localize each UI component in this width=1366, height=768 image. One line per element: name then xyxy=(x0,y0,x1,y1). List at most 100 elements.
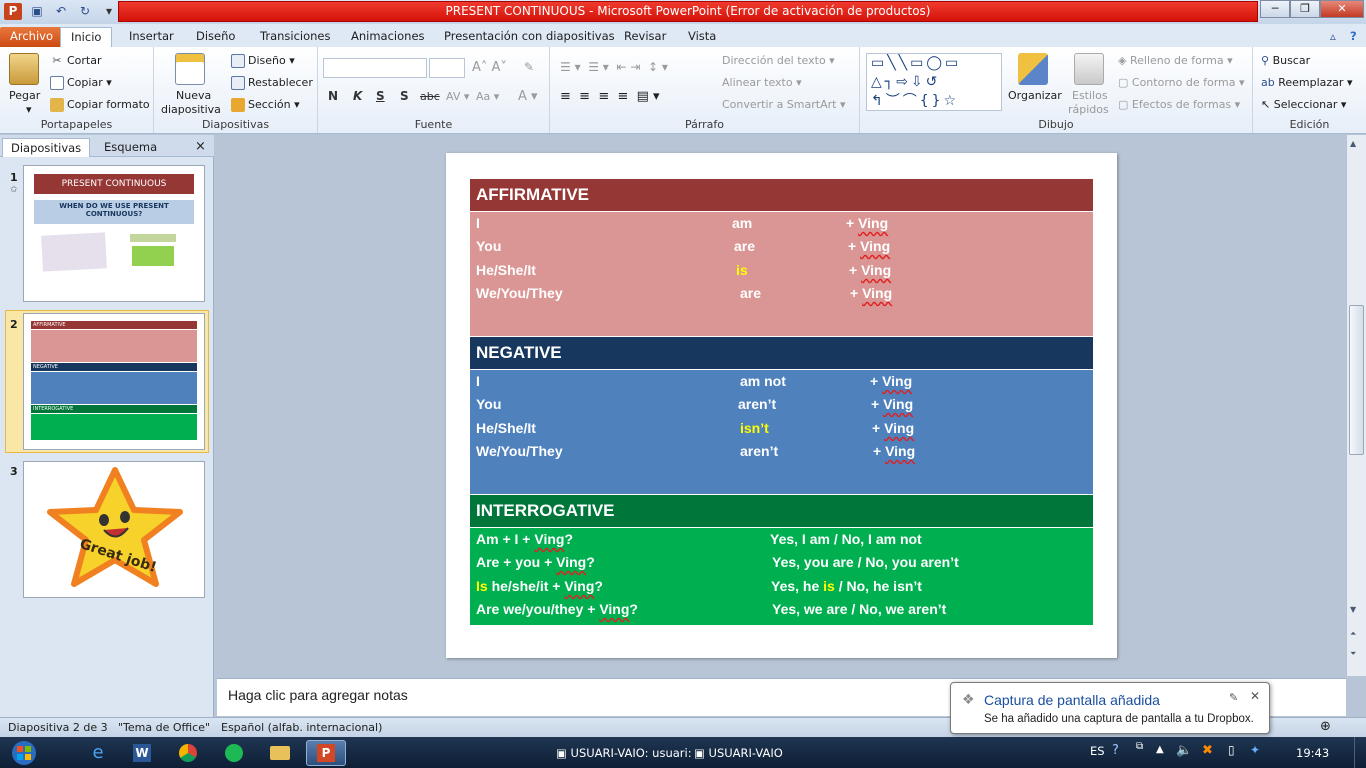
italic-button[interactable]: K xyxy=(353,89,362,103)
slide-thumbnail-1[interactable]: PRESENT CONTINUOUS WHEN DO WE USE PRESEN… xyxy=(23,165,205,302)
tab-diapositivas[interactable]: Diapositivas xyxy=(2,138,91,157)
slide-canvas[interactable]: AFFIRMATIVE I am + Ving You are + Ving H… xyxy=(446,153,1117,658)
quick-styles-label[interactable]: Estilos xyxy=(1072,89,1108,102)
affirmative-header[interactable]: AFFIRMATIVE xyxy=(470,179,1093,211)
reset-button[interactable]: Restablecer xyxy=(231,76,313,90)
font-color-icon[interactable]: A ▾ xyxy=(518,89,538,104)
close-panel-icon[interactable]: × xyxy=(187,138,214,157)
shape-fill-button[interactable]: ◈ Relleno de forma ▾ xyxy=(1118,54,1233,67)
undo-icon[interactable]: ↶ xyxy=(52,3,70,20)
arrange-button[interactable]: Organizar xyxy=(1008,89,1062,102)
display-tray-icon[interactable]: ⧉ xyxy=(1136,741,1143,752)
interrogative-header[interactable]: INTERROGATIVE xyxy=(470,495,1093,527)
quick-styles-icon[interactable] xyxy=(1074,53,1104,85)
align-icons[interactable]: ≡ ≡ ≡ ≡ ▤ ▾ xyxy=(560,89,660,104)
powerpoint-logo-icon[interactable]: P xyxy=(4,3,22,20)
select-button[interactable]: ↖ Seleccionar ▾ xyxy=(1261,98,1346,111)
zoom-in-icon[interactable]: ⊕ xyxy=(1320,719,1331,734)
tab-insertar[interactable]: Insertar xyxy=(119,27,184,47)
previous-slide-icon[interactable]: ⏶ xyxy=(1350,629,1356,639)
vertical-scrollbar[interactable]: ▲ ▼ ⏶ ⏷ xyxy=(1346,135,1366,676)
find-button[interactable]: ⚲ Buscar xyxy=(1261,54,1310,67)
tab-transiciones[interactable]: Transiciones xyxy=(250,27,341,47)
font-name-select[interactable] xyxy=(323,58,427,78)
format-painter-button[interactable]: Copiar formato xyxy=(50,98,150,112)
shape-outline-button[interactable]: ▢ Contorno de forma ▾ xyxy=(1118,76,1245,89)
clear-format-icon[interactable]: ✎ xyxy=(524,60,534,74)
replace-button[interactable]: ab Reemplazar ▾ xyxy=(1261,76,1352,89)
bullets-icon[interactable]: ☰ ▾ ☰ ▾ ⇤ ⇥ ↕ ▾ xyxy=(560,60,668,74)
slide-thumbnail-3[interactable]: Great job! xyxy=(23,461,205,598)
new-slide-icon[interactable] xyxy=(175,53,205,85)
volume-icon[interactable]: 🔈 xyxy=(1176,743,1192,758)
battery-icon[interactable]: ▯ xyxy=(1228,743,1235,757)
tab-presentacion[interactable]: Presentación con diapositivas xyxy=(434,27,625,47)
help-tray-icon[interactable]: ? xyxy=(1112,743,1119,758)
paste-button[interactable]: Pegar xyxy=(9,89,40,102)
tab-archivo[interactable]: Archivo xyxy=(0,27,63,47)
interrogative-body[interactable]: Am + I + Ving? Yes, I am / No, I am not … xyxy=(470,528,1093,625)
tab-vista[interactable]: Vista xyxy=(678,27,726,47)
theme-name[interactable]: "Tema de Office" xyxy=(118,721,210,734)
tab-revisar[interactable]: Revisar xyxy=(614,27,676,47)
font-size-select[interactable] xyxy=(429,58,465,78)
spotify-icon[interactable] xyxy=(216,740,252,766)
language-status[interactable]: Español (alfab. internacional) xyxy=(221,721,382,734)
new-slide-label[interactable]: Nueva xyxy=(176,89,211,102)
input-language[interactable]: ES xyxy=(1090,744,1105,758)
dropbox-tray-icon[interactable]: ✦ xyxy=(1250,743,1260,757)
taskbar-window-1[interactable]: ▣ USUARI-VAIO: usuari: xyxy=(556,746,692,760)
taskbar-window-2[interactable]: ▣ USUARI-VAIO xyxy=(694,746,783,760)
clock[interactable]: 19:43 xyxy=(1296,746,1329,760)
maximize-button[interactable]: ❐ xyxy=(1290,0,1320,18)
redo-icon[interactable]: ↻ xyxy=(76,3,94,20)
slide-thumbnail-2[interactable]: AFFIRMATIVE NEGATIVE INTERROGATIVE xyxy=(23,313,205,450)
help-icon[interactable]: ? xyxy=(1340,27,1366,47)
spacing-icon[interactable]: AV ▾ xyxy=(446,90,469,103)
shapes-gallery[interactable]: ▭╲╲▭◯▭ △┐⇨⇩↺ ↰︶⌒{}☆ xyxy=(866,53,1002,111)
tab-esquema[interactable]: Esquema xyxy=(96,138,165,157)
ie-icon[interactable]: e xyxy=(80,740,116,766)
save-icon[interactable]: ▣ xyxy=(28,3,46,20)
grow-font-icon[interactable]: A˄ A˅ xyxy=(472,60,507,75)
shape-effects-button[interactable]: ▢ Efectos de formas ▾ xyxy=(1118,98,1240,111)
scroll-thumb[interactable] xyxy=(1349,305,1364,455)
powerpoint-taskbar-icon[interactable]: P xyxy=(306,740,346,766)
customize-toolbar-icon[interactable]: ▾ xyxy=(100,3,118,20)
smartart-button[interactable]: Convertir a SmartArt ▾ xyxy=(722,98,845,111)
chrome-icon[interactable] xyxy=(170,740,206,766)
dropbox-notification[interactable]: ❖ Captura de pantalla añadida Se ha añad… xyxy=(950,682,1270,734)
scroll-down-icon[interactable]: ▼ xyxy=(1350,605,1356,614)
show-desktop-button[interactable] xyxy=(1354,737,1366,768)
notification-close-icon[interactable]: ✕ xyxy=(1250,689,1260,703)
notification-settings-icon[interactable]: ✎ xyxy=(1229,691,1238,704)
word-icon[interactable]: W xyxy=(124,740,160,766)
explorer-icon[interactable] xyxy=(262,740,298,766)
bold-button[interactable]: N xyxy=(328,89,338,103)
copy-button[interactable]: Copiar ▾ xyxy=(50,76,112,90)
tab-inicio[interactable]: Inicio xyxy=(60,27,113,47)
negative-header[interactable]: NEGATIVE xyxy=(470,337,1093,369)
align-text-button[interactable]: Alinear texto ▾ xyxy=(722,76,802,89)
next-slide-icon[interactable]: ⏷ xyxy=(1350,649,1356,659)
arrange-icon[interactable] xyxy=(1018,53,1048,85)
close-button[interactable]: ✕ xyxy=(1320,0,1364,18)
affirmative-body[interactable]: I am + Ving You are + Ving He/She/It is … xyxy=(470,212,1093,336)
scroll-up-icon[interactable]: ▲ xyxy=(1350,139,1356,148)
cut-button[interactable]: ✂ Cortar xyxy=(50,54,101,68)
paste-icon[interactable] xyxy=(9,53,39,85)
layout-button[interactable]: Diseño ▾ xyxy=(231,54,295,68)
tab-diseno[interactable]: Diseño xyxy=(186,27,245,47)
shadow-button[interactable]: S xyxy=(400,89,409,103)
strikethrough-button[interactable]: abc xyxy=(420,90,440,103)
section-button[interactable]: Sección ▾ xyxy=(231,98,300,112)
negative-body[interactable]: I am not + Ving You aren’t + Ving He/She… xyxy=(470,370,1093,494)
text-direction-button[interactable]: Dirección del texto ▾ xyxy=(722,54,835,67)
minimize-button[interactable]: ─ xyxy=(1260,0,1290,18)
paste-dropdown-icon[interactable]: ▾ xyxy=(26,103,32,116)
quick-styles-label-2[interactable]: rápidos xyxy=(1068,103,1109,116)
underline-button[interactable]: S xyxy=(376,89,385,103)
start-button[interactable] xyxy=(4,740,44,766)
new-slide-label-2[interactable]: diapositiva xyxy=(161,103,221,116)
case-icon[interactable]: Aa ▾ xyxy=(476,90,499,103)
